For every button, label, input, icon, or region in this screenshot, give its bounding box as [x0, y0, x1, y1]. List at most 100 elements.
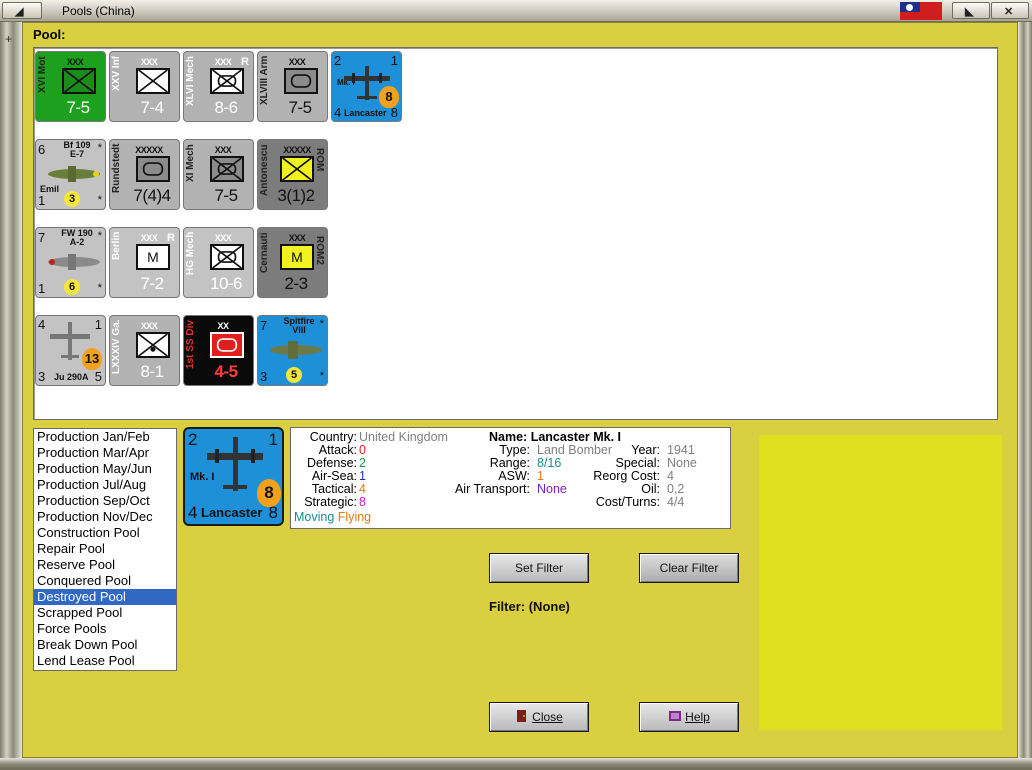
minimize-button[interactable]: ◣ — [952, 2, 990, 19]
unit-stat: 7-5 — [214, 186, 238, 205]
counter-fw190[interactable]: 7 * 1 * FW 190 A-2 6 — [35, 227, 106, 298]
year-value: 1941 — [667, 443, 695, 457]
filter-status: Filter: (None) — [489, 599, 570, 614]
corner-tr: 1 — [268, 430, 278, 449]
list-item[interactable]: Force Pools — [34, 621, 176, 637]
country-label: Country: — [309, 430, 357, 444]
reserve-mark: R — [167, 232, 175, 244]
unit-size: XXX — [288, 57, 306, 67]
oil-value: 0,2 — [667, 482, 685, 496]
counter-xxv-inf[interactable]: XXV Inf XXX 7-4 — [109, 51, 180, 122]
pool-area[interactable]: XVI Mot XXX 7-5 XXV Inf XXX 7-4 XLVI Mec… — [33, 47, 998, 420]
special-label: Special: — [615, 456, 660, 470]
counter-berlin[interactable]: Berlin XXX R M 7-2 — [109, 227, 180, 298]
list-item[interactable]: Reserve Pool — [34, 557, 176, 573]
unit-size: XXX — [214, 233, 232, 243]
armor-symbol-icon — [284, 68, 318, 94]
counter-xi-mech[interactable]: XI Mech XXX 7-5 — [183, 139, 254, 210]
militia-symbol-icon: M — [136, 244, 170, 270]
list-item[interactable]: Conquered Pool — [34, 573, 176, 589]
corner-br: 5 — [94, 369, 102, 384]
garrison-symbol-icon — [136, 332, 170, 358]
list-item[interactable]: Production Nov/Dec — [34, 509, 176, 525]
unit-name: 1st SS Div — [185, 320, 196, 369]
close-label: Close — [532, 710, 563, 724]
counter-xlviii-arm[interactable]: XLVIII Arm XXX 7-5 — [257, 51, 328, 122]
pool-list[interactable]: Production Jan/Feb Production Mar/Apr Pr… — [33, 428, 177, 671]
unit-size: XXX — [140, 57, 158, 67]
aircraft-model: E-7 — [69, 149, 84, 159]
help-button[interactable]: Help — [639, 702, 739, 732]
list-item[interactable]: Lend Lease Pool — [34, 653, 176, 669]
list-item[interactable]: Break Down Pool — [34, 637, 176, 653]
strategic-label: Strategic: — [304, 495, 357, 509]
counter-cernauti[interactable]: Cernauti XXX ROM2 M 2-3 — [257, 227, 328, 298]
reserve-mark: R — [241, 56, 249, 68]
pool-label: Pool: — [33, 27, 66, 42]
mech-symbol-icon — [210, 244, 244, 270]
corner-tl: 7 — [260, 318, 268, 333]
list-item-selected[interactable]: Destroyed Pool — [34, 589, 176, 605]
corner-bl: 3 — [38, 369, 46, 384]
clear-filter-button[interactable]: Clear Filter — [639, 553, 739, 583]
air-transport-label: Air Transport: — [454, 482, 530, 496]
motorized-symbol-icon — [62, 68, 96, 94]
selected-unit-counter: 2 1 4 8 Mk. I Lancaster 8 — [183, 427, 284, 526]
tactical-label: Tactical: — [311, 482, 357, 496]
pools-window: ◢ Pools (China) ◣ ✕ + Pool: XVI Mot XXX … — [0, 0, 1032, 770]
unit-stat: 3(1)2 — [277, 186, 315, 205]
close-window-button[interactable]: ✕ — [991, 2, 1029, 19]
mech-symbol-icon — [210, 156, 244, 182]
door-exit-icon — [515, 705, 529, 722]
fighter-plane-icon — [48, 166, 100, 182]
name-value: Lancaster Mk. I — [530, 430, 622, 444]
nation-tag: ROM2 — [314, 236, 325, 265]
counter-xvi-mot[interactable]: XVI Mot XXX 7-5 — [35, 51, 106, 122]
resize-grip-icon[interactable]: + — [5, 32, 12, 46]
corner-tl: 6 — [38, 142, 46, 157]
counter-spitfire[interactable]: 7 * 3 * Spitfire VIII 5 — [257, 315, 328, 386]
range-badge: 8 — [257, 479, 281, 507]
corner-bl: 1 — [38, 193, 46, 208]
unit-stat: 10-6 — [209, 274, 243, 293]
right-frame — [1018, 22, 1032, 762]
counter-antonescu[interactable]: Antonescu XXXXX ROM 3(1)2 — [257, 139, 328, 210]
corner-bl: 4 — [188, 503, 198, 522]
counter-lancaster[interactable]: 2 1 4 8 Mk. I Lancaster 8 — [331, 51, 402, 122]
unit-stat: 8-1 — [140, 362, 164, 381]
unit-info-panel: Country: United Kingdom Attack: 0 Defens… — [290, 427, 731, 529]
counter-ju290a[interactable]: 4 1 3 5 13 Ju 290A — [35, 315, 106, 386]
list-item[interactable]: Production Sep/Oct — [34, 493, 176, 509]
aircraft-model: VIII — [292, 325, 306, 335]
list-item[interactable]: Production Jan/Feb — [34, 429, 176, 445]
list-item[interactable]: Production Jul/Aug — [34, 477, 176, 493]
year-label: Year: — [631, 443, 660, 457]
bottom-frame — [0, 758, 1032, 770]
list-item[interactable]: Repair Pool — [34, 541, 176, 557]
window-menu-button[interactable]: ◢ — [2, 2, 42, 19]
unit-size: XXX — [288, 233, 306, 243]
title-bar[interactable]: ◢ Pools (China) ◣ ✕ — [0, 0, 1032, 22]
list-item[interactable]: Production Mar/Apr — [34, 445, 176, 461]
fighter-plane-icon — [270, 341, 322, 359]
counter-rundstedt[interactable]: Rundstedt XXXXX 7(4)4 — [109, 139, 180, 210]
defense-label: Defense: — [306, 456, 357, 470]
counter-lxxxiv-ga[interactable]: LXXXIV Ga. XXX 8-1 — [109, 315, 180, 386]
unit-name: XLVI Mech — [185, 56, 196, 106]
counter-hg-mech[interactable]: HG Mech XXX 10-6 — [183, 227, 254, 298]
unit-size: XXX — [140, 233, 158, 243]
range-badge: 8 — [379, 86, 399, 108]
list-item[interactable]: Construction Pool — [34, 525, 176, 541]
range-badge: 3 — [64, 191, 80, 207]
list-item[interactable]: Production May/Jun — [34, 461, 176, 477]
counter-1st-ss-div[interactable]: 1st SS Div XX 4-5 — [183, 315, 254, 386]
close-button[interactable]: Close — [489, 702, 589, 732]
corner-br: * — [97, 282, 102, 294]
unit-stat: 4-5 — [214, 362, 238, 381]
set-filter-button[interactable]: Set Filter — [489, 553, 589, 583]
strategic-value: 8 — [359, 495, 366, 509]
counter-xlvi-mech[interactable]: XLVI Mech XXX R 8-6 — [183, 51, 254, 122]
list-item[interactable]: Scrapped Pool — [34, 605, 176, 621]
counter-bf109[interactable]: 6 * 1 * Bf 109 E-7 Emil 3 — [35, 139, 106, 210]
unit-size: XX — [217, 321, 229, 331]
